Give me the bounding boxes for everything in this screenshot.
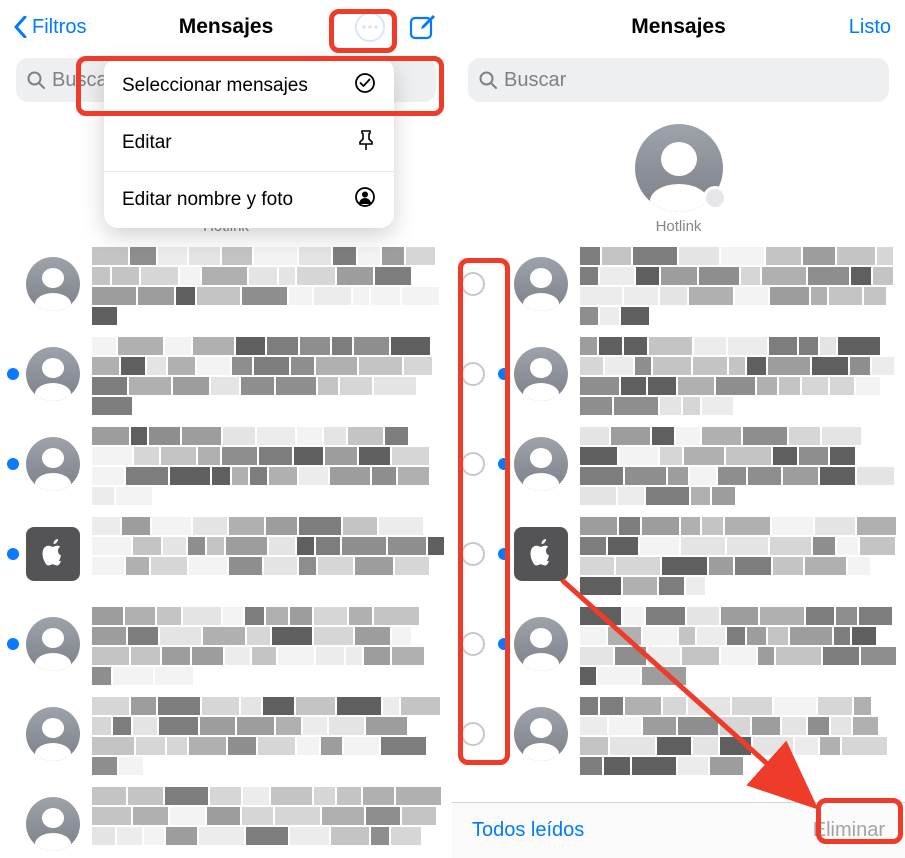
menu-label: Editar bbox=[122, 132, 172, 154]
pinned-label: Hotlink bbox=[656, 218, 702, 235]
contact-avatar bbox=[514, 437, 568, 491]
delete-button[interactable]: Eliminar bbox=[813, 819, 885, 842]
contact-avatar bbox=[514, 257, 568, 311]
unread-dot bbox=[498, 638, 510, 650]
pinned-status-badge bbox=[703, 186, 727, 210]
checkmark-circle-icon bbox=[354, 72, 376, 100]
conversation-row[interactable] bbox=[452, 689, 905, 779]
selection-checkbox[interactable] bbox=[452, 722, 494, 746]
message-preview bbox=[580, 337, 897, 411]
unread-dot bbox=[498, 368, 510, 380]
conversation-row[interactable] bbox=[0, 509, 452, 599]
conversation-row[interactable] bbox=[452, 329, 905, 419]
selection-checkbox[interactable] bbox=[452, 272, 494, 296]
unread-dot bbox=[7, 368, 19, 380]
conversation-row[interactable] bbox=[452, 239, 905, 329]
context-menu: Seleccionar mensajes Editar Editar nombr… bbox=[104, 58, 394, 228]
search-placeholder: Buscar bbox=[504, 69, 566, 92]
message-preview bbox=[580, 247, 897, 321]
pin-icon bbox=[356, 129, 376, 157]
conversation-list bbox=[452, 239, 905, 802]
apple-avatar-icon bbox=[514, 527, 568, 581]
person-circle-icon bbox=[354, 186, 376, 214]
conversation-row[interactable] bbox=[0, 779, 452, 858]
back-button[interactable]: Filtros bbox=[14, 15, 86, 39]
selection-checkbox[interactable] bbox=[452, 452, 494, 476]
contact-avatar bbox=[26, 707, 80, 761]
menu-edit[interactable]: Editar bbox=[104, 115, 394, 172]
done-button[interactable]: Listo bbox=[849, 16, 891, 39]
conversation-row[interactable] bbox=[452, 599, 905, 689]
message-preview bbox=[92, 337, 444, 411]
contact-avatar bbox=[26, 347, 80, 401]
page-title: Mensajes bbox=[179, 15, 274, 39]
search-input[interactable]: Buscar bbox=[468, 58, 889, 102]
contact-avatar bbox=[514, 617, 568, 671]
message-preview bbox=[92, 607, 444, 681]
contact-avatar bbox=[26, 797, 80, 851]
panel-right: Mensajes Listo Buscar Hotlink Todos leíd… bbox=[452, 0, 905, 858]
menu-label: Seleccionar mensajes bbox=[122, 75, 308, 97]
message-preview bbox=[92, 517, 444, 591]
footer-bar: Todos leídos Eliminar bbox=[452, 802, 905, 858]
unread-dot bbox=[498, 458, 510, 470]
selection-checkbox[interactable] bbox=[452, 362, 494, 386]
header-left-panel: Filtros Mensajes bbox=[0, 0, 452, 54]
contact-avatar bbox=[514, 707, 568, 761]
message-preview bbox=[580, 427, 897, 501]
message-preview bbox=[92, 247, 444, 321]
pinned-contact[interactable]: Hotlink bbox=[452, 124, 905, 235]
message-preview bbox=[92, 787, 444, 858]
search-icon bbox=[478, 70, 498, 90]
unread-dot bbox=[7, 638, 19, 650]
menu-label: Editar nombre y foto bbox=[122, 189, 293, 211]
contact-avatar bbox=[514, 347, 568, 401]
contact-avatar bbox=[26, 617, 80, 671]
back-label: Filtros bbox=[32, 16, 86, 39]
apple-avatar-icon bbox=[26, 527, 80, 581]
unread-dot bbox=[7, 458, 19, 470]
message-preview bbox=[580, 517, 897, 591]
chevron-left-icon bbox=[14, 15, 28, 39]
conversation-row[interactable] bbox=[0, 689, 452, 779]
selection-checkbox[interactable] bbox=[452, 632, 494, 656]
message-preview bbox=[580, 607, 897, 681]
mark-all-read-button[interactable]: Todos leídos bbox=[472, 819, 584, 842]
conversation-row[interactable] bbox=[452, 509, 905, 599]
page-title: Mensajes bbox=[631, 15, 726, 39]
message-preview bbox=[580, 697, 897, 771]
conversation-list bbox=[0, 239, 452, 858]
conversation-row[interactable] bbox=[0, 419, 452, 509]
message-preview bbox=[92, 697, 444, 771]
unread-dot bbox=[7, 548, 19, 560]
panel-left: Filtros Mensajes Buscar Hotlink Seleccio… bbox=[0, 0, 452, 858]
contact-avatar bbox=[26, 257, 80, 311]
contact-avatar bbox=[26, 437, 80, 491]
conversation-row[interactable] bbox=[452, 419, 905, 509]
header-right-panel: Mensajes Listo bbox=[452, 0, 905, 54]
menu-select-messages[interactable]: Seleccionar mensajes bbox=[104, 58, 394, 115]
conversation-row[interactable] bbox=[0, 239, 452, 329]
message-preview bbox=[92, 427, 444, 501]
selection-checkbox[interactable] bbox=[452, 542, 494, 566]
more-icon[interactable] bbox=[354, 11, 386, 43]
compose-icon[interactable] bbox=[408, 12, 438, 42]
conversation-row[interactable] bbox=[0, 329, 452, 419]
unread-dot bbox=[498, 548, 510, 560]
search-icon bbox=[26, 70, 46, 90]
menu-edit-name-photo[interactable]: Editar nombre y foto bbox=[104, 172, 394, 228]
conversation-row[interactable] bbox=[0, 599, 452, 689]
